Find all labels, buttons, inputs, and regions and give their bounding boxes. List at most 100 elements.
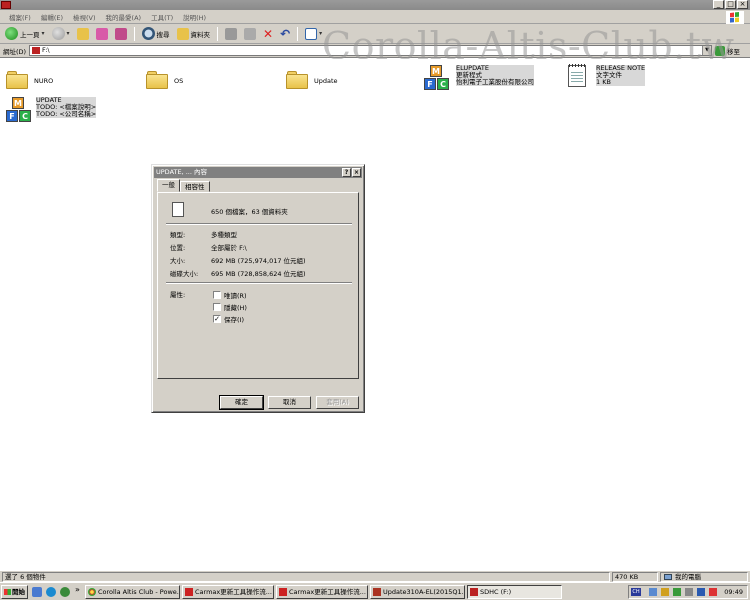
checkbox-checked[interactable]: ✓ (213, 315, 221, 323)
hidden-label: 隱藏(H) (224, 304, 247, 312)
mfc-app-icon: MFC (6, 97, 32, 123)
file-size: 1 KB (596, 78, 611, 86)
file-label: ELUPDATE 更新程式 怡利電子工業股份有限公司 (456, 65, 534, 86)
file-company: TODO: <公司名稱> (36, 110, 97, 118)
status-bar: 選了 6 個物件 470 KB 我的電腦 (0, 570, 750, 582)
prop-value-disk-size: 695 MB (728,858,624 位元組) (211, 270, 306, 278)
file-item-os[interactable]: OS (146, 65, 183, 89)
properties-dialog: UPDATE, ... 內容 ? × 一般 相容性 650 個檔案，63 個資料… (151, 164, 365, 413)
copy-to-button[interactable] (242, 26, 258, 42)
start-button[interactable]: 開始 (1, 585, 28, 599)
menu-help[interactable]: 說明(H) (178, 12, 211, 22)
maximize-button[interactable]: □ (725, 0, 736, 9)
tab-general[interactable]: 一般 (157, 179, 180, 192)
up-folder-button[interactable] (75, 26, 91, 42)
archive-checkbox[interactable]: ✓ 保存(I) (213, 314, 244, 324)
cancel-button[interactable]: 取消 (268, 396, 311, 409)
file-item-nuro[interactable]: NURO (6, 65, 53, 89)
start-label: 開始 (12, 588, 25, 596)
task-label: Carmax更新工具操作流... (289, 588, 366, 596)
tray-app-icon[interactable] (709, 588, 717, 596)
task-button-archive[interactable]: Update310A-EL(2015Q1... (370, 585, 465, 599)
browser-icon (88, 588, 96, 596)
dialog-title-bar[interactable]: UPDATE, ... 內容 ? × (154, 167, 362, 178)
file-name: NURO (34, 77, 54, 85)
task-button-sdhc[interactable]: SDHC (F:) (467, 585, 562, 599)
status-selection: 選了 6 個物件 (2, 572, 610, 582)
address-field[interactable]: F:\ ▼ (29, 45, 712, 56)
dialog-close-button[interactable]: × (352, 168, 361, 177)
prop-label-disk-size: 磁碟大小: (170, 270, 199, 278)
undo-button[interactable]: ↶ (278, 26, 292, 42)
file-item-elupdate[interactable]: MFC ELUPDATE 更新程式 怡利電子工業股份有限公司 (424, 65, 534, 91)
tray-app-icon[interactable] (661, 588, 669, 596)
readonly-checkbox[interactable]: 唯讀(R) (213, 290, 247, 300)
ok-button[interactable]: 確定 (219, 395, 264, 410)
file-list[interactable]: NURO OS Update MFC ELUPDATE 更新程式 怡利電子工業股… (0, 59, 750, 570)
tab-compatibility[interactable]: 相容性 (180, 181, 210, 192)
multiple-files-icon (172, 200, 189, 217)
file-name: Update (314, 77, 338, 85)
clock[interactable]: 09:49 (724, 587, 743, 597)
chevron-down-icon[interactable]: ▾ (67, 30, 70, 37)
delete-button[interactable]: ✕ (261, 26, 275, 42)
divider (166, 282, 352, 284)
undo-icon: ↶ (280, 26, 291, 41)
quicklaunch-ie-icon[interactable] (32, 587, 42, 597)
pdf-icon (279, 588, 287, 596)
menu-edit[interactable]: 編輯(E) (36, 12, 68, 22)
back-button[interactable]: 上一頁 ▾ (3, 26, 47, 42)
file-item-release-note[interactable]: RELEASE NOTE 文字文件 1 KB (568, 64, 646, 87)
archive-label: 保存(I) (224, 316, 244, 324)
task-button-browser[interactable]: Corolla Altis Club - Powe... (85, 585, 180, 599)
views-button[interactable]: ▾ (303, 26, 324, 42)
hidden-checkbox[interactable]: 隱藏(H) (213, 302, 247, 312)
quicklaunch-browser-icon[interactable] (46, 587, 56, 597)
menu-file[interactable]: 檔案(F) (4, 12, 36, 22)
apply-button[interactable]: 套用(A) (316, 396, 359, 409)
tool-button-1[interactable] (94, 26, 110, 42)
network-icon[interactable] (649, 588, 657, 596)
window-title-bar[interactable]: _ □ × (0, 0, 750, 10)
chevron-down-icon[interactable]: ▼ (702, 46, 711, 55)
tray-app-icon[interactable] (673, 588, 681, 596)
file-item-update-folder[interactable]: Update (286, 65, 338, 89)
checkbox[interactable] (213, 303, 221, 311)
search-button[interactable]: 搜尋 (140, 26, 172, 42)
search-icon (141, 27, 155, 40)
file-item-update-exe[interactable]: MFC UPDATE TODO: <檔案說明> TODO: <公司名稱> (6, 97, 97, 123)
tray-app-icon[interactable] (697, 588, 705, 596)
task-button-pdf-2[interactable]: Carmax更新工具操作流... (276, 585, 368, 599)
address-bar: 網址(D) F:\ ▼ 移至 (0, 44, 750, 58)
menu-view[interactable]: 檢視(V) (68, 12, 101, 22)
quicklaunch-more-icon[interactable]: » (75, 585, 80, 594)
mfc-app-icon: MFC (424, 65, 450, 91)
help-button[interactable]: ? (342, 168, 351, 177)
forward-arrow-icon (51, 27, 65, 40)
general-panel: 650 個檔案，63 個資料夾 類型: 多種類型 位置: 全部屬於 F:\ 大小… (157, 192, 359, 379)
quicklaunch-app-icon[interactable] (60, 587, 70, 597)
forward-button[interactable]: ▾ (50, 26, 72, 42)
chevron-down-icon[interactable]: ▾ (42, 30, 45, 37)
chevron-down-icon[interactable]: ▾ (319, 30, 322, 37)
menu-tools[interactable]: 工具(T) (146, 12, 178, 22)
minimize-button[interactable]: _ (713, 0, 724, 9)
close-button[interactable]: × (737, 0, 748, 9)
drive-icon (32, 47, 40, 54)
checkbox[interactable] (213, 291, 221, 299)
move-to-button[interactable] (223, 26, 239, 42)
menu-favorites[interactable]: 我的最愛(A) (101, 12, 147, 22)
go-button[interactable]: 移至 (715, 45, 740, 56)
attributes-label: 屬性: (170, 291, 186, 299)
readonly-label: 唯讀(R) (224, 292, 247, 300)
menu-bar: 檔案(F) 編輯(E) 檢視(V) 我的最愛(A) 工具(T) 說明(H) (0, 10, 750, 24)
views-icon (305, 27, 318, 40)
task-button-pdf-1[interactable]: Carmax更新工具操作流... (182, 585, 274, 599)
tool-icon (114, 27, 127, 40)
folders-button[interactable]: 資料夾 (175, 26, 213, 42)
ime-icon[interactable]: CH (631, 588, 641, 596)
tool-button-2[interactable] (113, 26, 129, 42)
volume-icon[interactable] (685, 588, 693, 596)
folder-icon (286, 71, 308, 89)
search-label: 搜尋 (156, 30, 170, 39)
